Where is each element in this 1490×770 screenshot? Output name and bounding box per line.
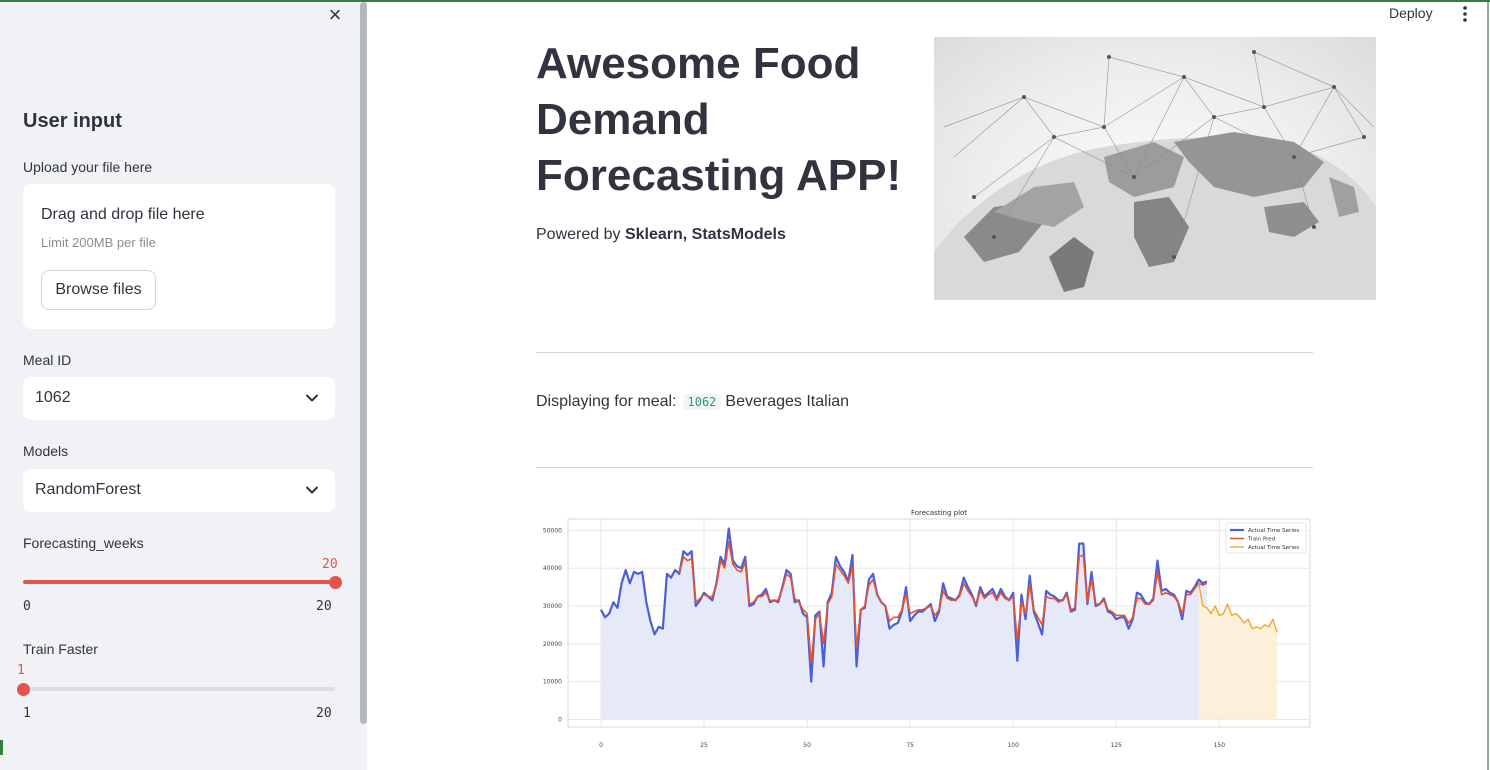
deploy-button[interactable]: Deploy bbox=[1389, 5, 1433, 21]
meal-id-select[interactable]: 1062 bbox=[23, 377, 335, 420]
hero-globe-image bbox=[934, 37, 1376, 300]
train-faster-label: Train Faster bbox=[23, 641, 98, 657]
meal-id-label: Meal ID bbox=[23, 352, 72, 368]
page-title: Awesome Food Demand Forecasting APP! bbox=[536, 39, 902, 200]
chevron-down-icon bbox=[306, 394, 318, 402]
legend-label: Train Pred bbox=[1247, 537, 1275, 543]
upload-label: Upload your file here bbox=[23, 159, 153, 175]
forecasting-weeks-min: 0 bbox=[23, 599, 31, 614]
forecasting-weeks-thumb-value: 20 bbox=[322, 557, 338, 572]
forecasting-weeks-label: Forecasting_weeks bbox=[23, 535, 144, 551]
powered-libs: Sklearn, StatsModels bbox=[624, 226, 786, 243]
kebab-menu-icon[interactable] bbox=[1458, 4, 1472, 24]
chevron-down-icon bbox=[306, 486, 318, 494]
forecasting-weeks-max: 20 bbox=[316, 599, 332, 614]
meal-code-chip: 1062 bbox=[682, 394, 722, 410]
y-tick-label: 10000 bbox=[543, 679, 562, 686]
meal-id-value: 1062 bbox=[35, 389, 71, 406]
legend-label: Actual Time Series bbox=[1248, 545, 1299, 551]
x-tick-label: 150 bbox=[1214, 742, 1226, 749]
divider bbox=[536, 467, 1313, 468]
forecasting-weeks-thumb[interactable] bbox=[329, 576, 342, 589]
meal-description: Beverages Italian bbox=[725, 393, 850, 410]
powered-by-text: Powered by Sklearn, StatsModels bbox=[536, 226, 786, 244]
x-tick-label: 75 bbox=[906, 742, 914, 749]
displaying-meal-text: Displaying for meal: 1062 Beverages Italia… bbox=[536, 393, 849, 411]
legend-label: Actual Time Series bbox=[1248, 528, 1299, 534]
sidebar-title: User input bbox=[23, 110, 122, 132]
train-faster-min: 1 bbox=[23, 706, 31, 721]
models-select[interactable]: RandomForest bbox=[23, 469, 335, 512]
x-tick-label: 50 bbox=[803, 742, 811, 749]
dropzone-title: Drag and drop file here bbox=[41, 206, 205, 223]
window-edge bbox=[1487, 0, 1489, 770]
x-tick-label: 125 bbox=[1111, 742, 1123, 749]
y-tick-label: 20000 bbox=[543, 641, 562, 648]
dropzone-limit: Limit 200MB per file bbox=[41, 235, 156, 250]
y-tick-label: 50000 bbox=[543, 527, 562, 534]
window-edge-left bbox=[0, 740, 3, 755]
forecasting-weeks-fill bbox=[23, 580, 335, 584]
forecasting-chart: 0 25 50 75 100 125 150 0 10000 20000 30000 40000 500… bbox=[536, 503, 1316, 753]
x-tick-label: 25 bbox=[700, 742, 708, 749]
x-tick-label: 0 bbox=[599, 742, 603, 749]
chart-title: Forecasting plot bbox=[911, 509, 967, 517]
display-prefix: Displaying for meal: bbox=[536, 393, 677, 410]
y-tick-label: 0 bbox=[558, 716, 562, 723]
models-value: RandomForest bbox=[35, 481, 141, 498]
sidebar-scrollbar[interactable] bbox=[360, 2, 367, 724]
y-tick-label: 40000 bbox=[543, 565, 562, 572]
models-label: Models bbox=[23, 443, 69, 459]
file-dropzone[interactable]: Drag and drop file here Limit 200MB per … bbox=[23, 184, 335, 329]
close-sidebar-icon[interactable]: × bbox=[325, 4, 345, 26]
train-faster-track[interactable] bbox=[23, 687, 335, 691]
train-faster-max: 20 bbox=[316, 706, 332, 721]
train-faster-thumb[interactable] bbox=[17, 683, 30, 696]
powered-prefix: Powered by bbox=[536, 226, 625, 243]
train-faster-thumb-value: 1 bbox=[17, 663, 25, 678]
x-tick-label: 100 bbox=[1007, 742, 1019, 749]
y-tick-label: 30000 bbox=[543, 603, 562, 610]
divider bbox=[536, 352, 1313, 353]
browse-files-button[interactable]: Browse files bbox=[41, 270, 156, 310]
